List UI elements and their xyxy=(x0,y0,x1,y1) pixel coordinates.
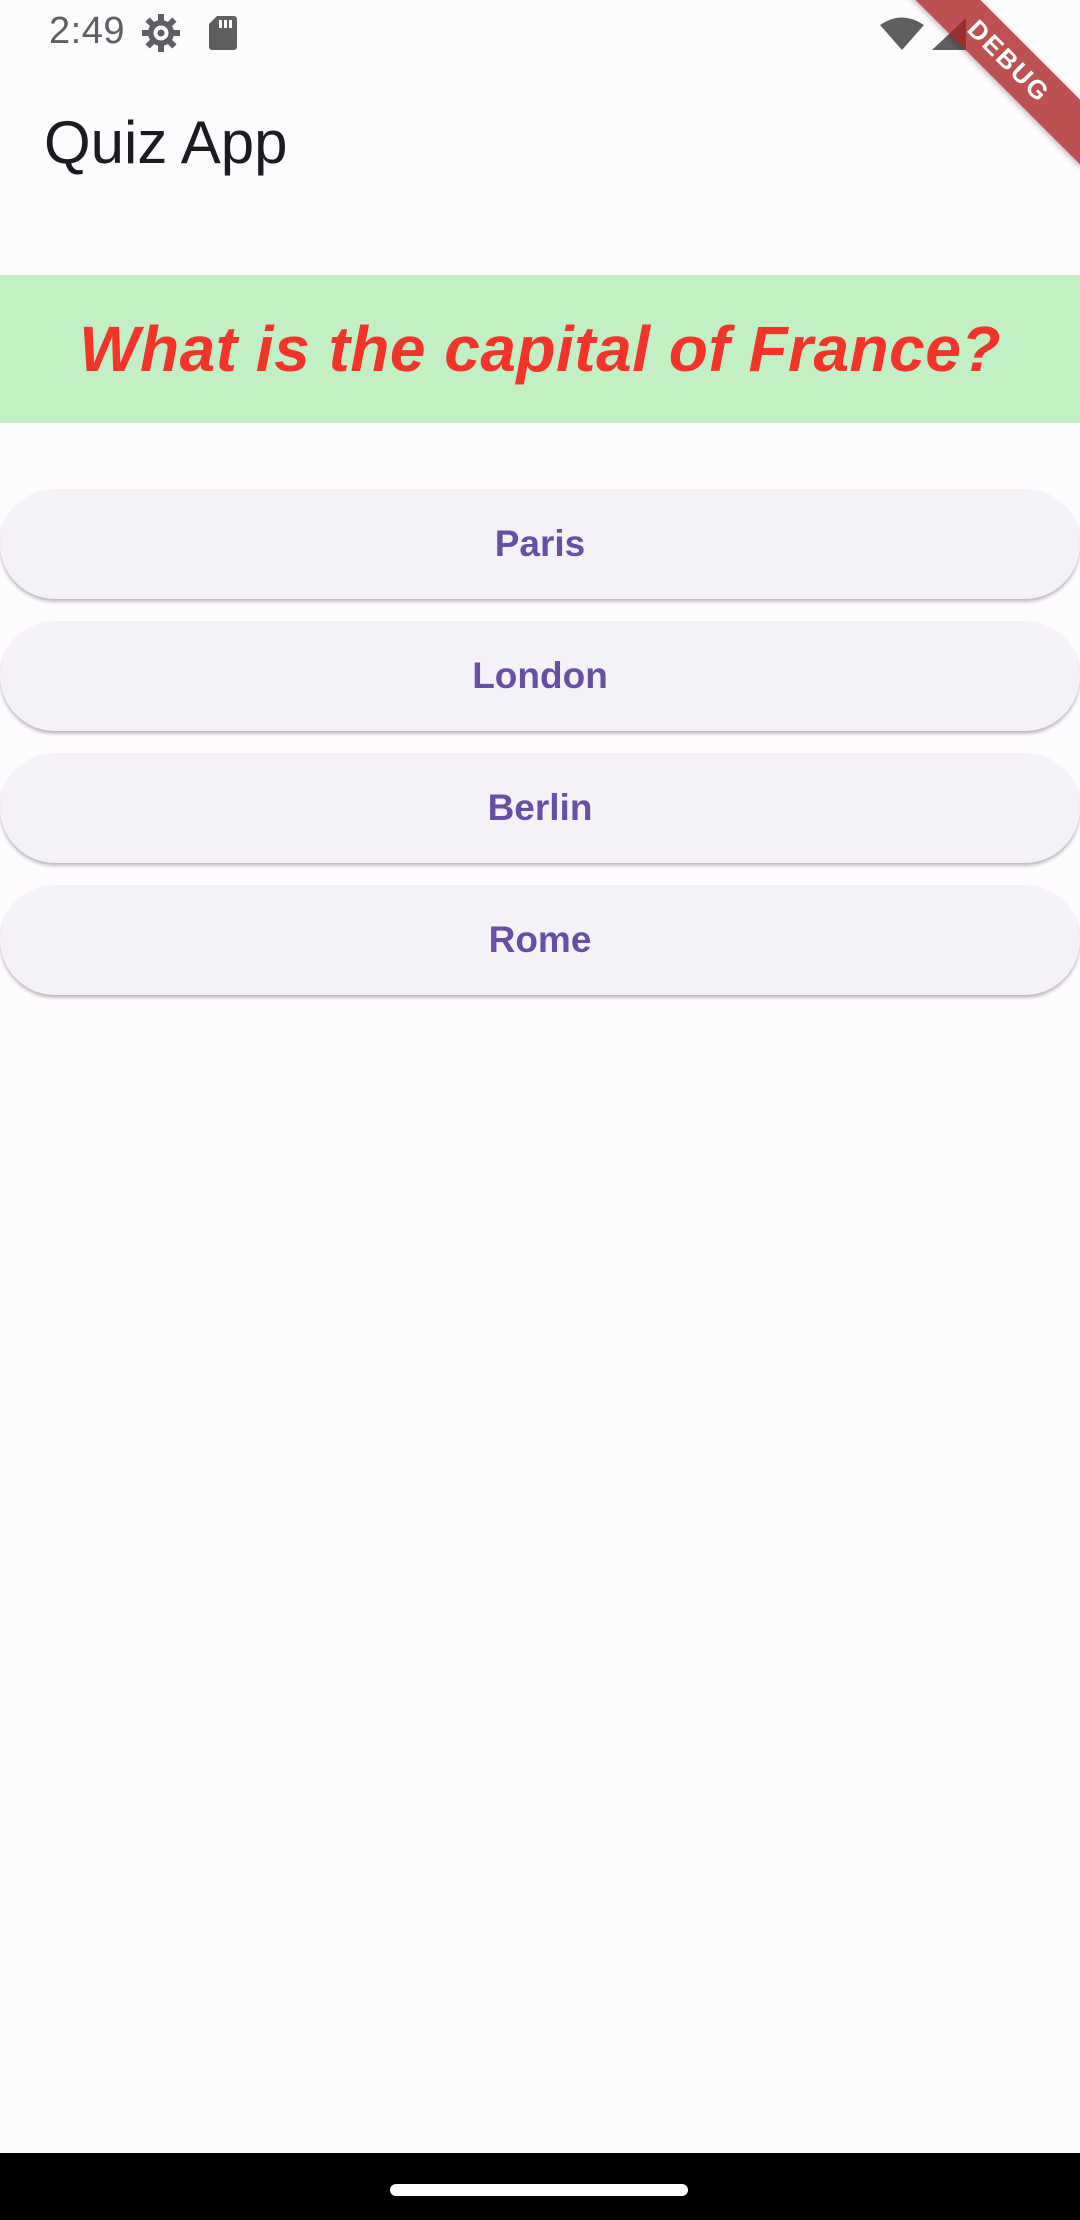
answer-button-berlin[interactable]: Berlin xyxy=(0,753,1080,863)
answer-list: Paris London Berlin Rome xyxy=(0,489,1080,1017)
status-time: 2:49 xyxy=(49,10,125,52)
answer-button-rome[interactable]: Rome xyxy=(0,885,1080,995)
answer-button-london[interactable]: London xyxy=(0,621,1080,731)
navigation-bar xyxy=(0,2153,1080,2220)
answer-button-paris[interactable]: Paris xyxy=(0,489,1080,599)
screen: 2:49 DEBUG Quiz App What is the capital … xyxy=(0,0,1080,2220)
app-title: Quiz App xyxy=(44,109,288,176)
gear-icon xyxy=(140,12,182,54)
home-gesture-handle[interactable] xyxy=(390,2184,688,2196)
sd-card-icon xyxy=(208,15,238,51)
question-text: What is the capital of France? xyxy=(79,313,1001,385)
status-bar: 2:49 xyxy=(0,0,1080,66)
wifi-icon xyxy=(878,16,926,52)
question-banner: What is the capital of France? xyxy=(0,275,1080,423)
